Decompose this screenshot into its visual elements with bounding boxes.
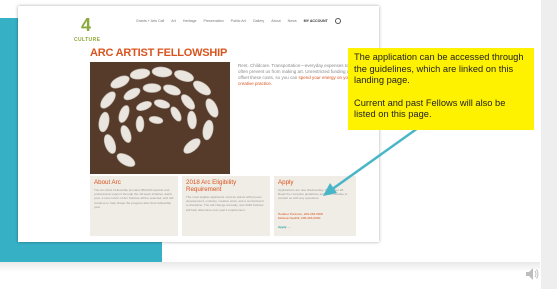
intro-paragraph: Rent. Childcare. Transportation—everyday… [238,63,356,87]
nav-news[interactable]: News [288,19,297,23]
nav-gallery[interactable]: Gallery [253,19,264,23]
about-arc-card: About Arc The Arc Artist Fellowship prov… [90,176,178,236]
card-title: Apply [278,179,294,186]
logo-text: CULTURE [74,37,101,43]
callout-line-2: Current and past Fellows will also be li… [354,97,506,120]
card-body: Applications are due Wednesday, November… [278,188,348,201]
pillow-spiral-art-icon [90,62,230,174]
nav-my-account[interactable]: MY ACCOUNT [304,19,328,23]
search-icon[interactable] [334,18,341,24]
card-body: The Arc Artist Fellowship provides $50,0… [94,188,174,209]
site-navigation: Grants + Arts Call Art Heritage Preserva… [136,16,372,26]
website-screenshot: 4 CULTURE Grants + Arts Call Art Heritag… [18,6,379,242]
apply-link[interactable]: Apply → [278,225,291,229]
nav-grants[interactable]: Grants + Arts Call [136,19,164,23]
speaker-icon[interactable] [524,266,540,282]
nav-public-art[interactable]: Public Art [231,19,246,23]
hero-image [90,62,230,174]
apply-card: Apply Applications are due Wednesday, No… [274,176,356,236]
site-logo[interactable]: 4 CULTURE [74,16,104,48]
slide-side-band [541,0,557,289]
eligibility-card: 2018 Arc Eligibility Requirement The mos… [182,176,270,236]
contact-links[interactable]: Heather Pontonio, 206-263-0000 Melissa N… [278,212,352,220]
annotation-callout: The application can be accessed through … [348,48,534,130]
nav-preservation[interactable]: Preservation [203,19,223,23]
logo-mark: 4 [81,15,92,35]
nav-art[interactable]: Art [171,19,176,23]
nav-about[interactable]: About [271,19,280,23]
callout-line-1: The application can be accessed through … [354,52,524,85]
card-title: 2018 Arc Eligibility Requirement [186,179,237,193]
card-title: About Arc [94,179,121,186]
nav-heritage[interactable]: Heritage [183,19,197,23]
slide-bottom-shadow [0,262,540,272]
card-body: The most eligible applicants must be art… [186,195,264,212]
page-title: ARC ARTIST FELLOWSHIP [90,47,228,59]
